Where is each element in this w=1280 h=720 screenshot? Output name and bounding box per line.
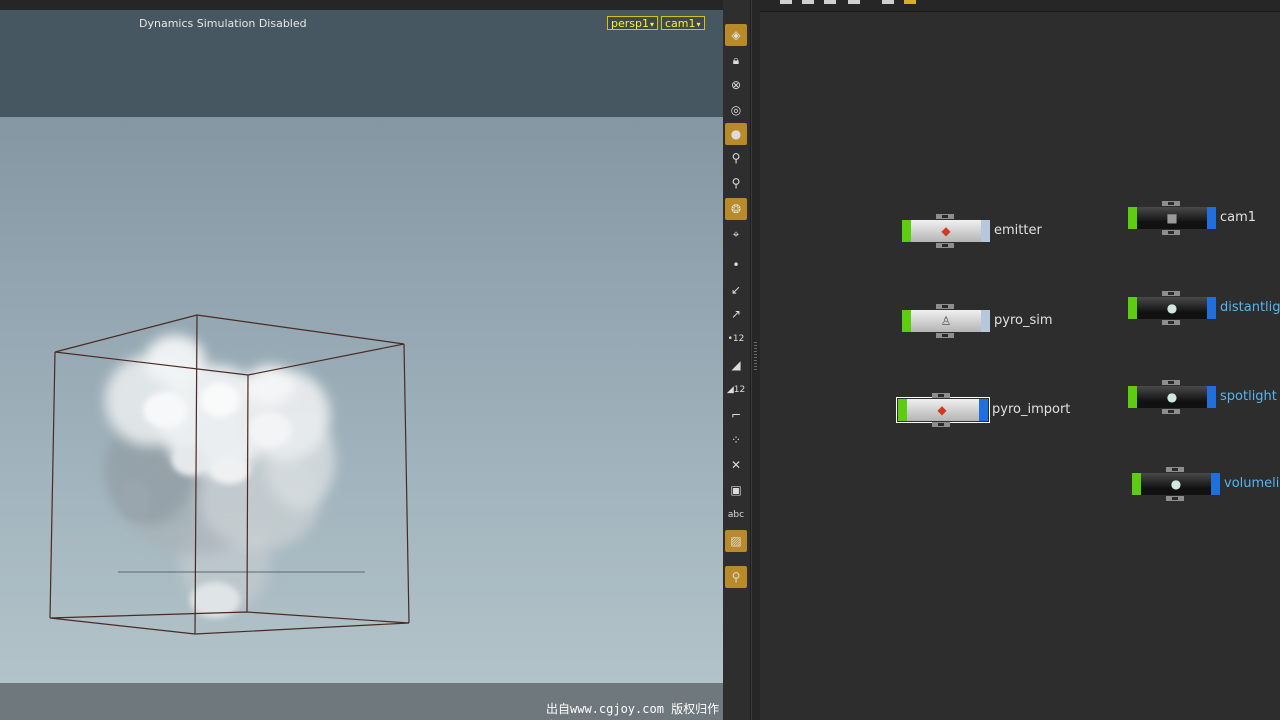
light-bulb-icon: ● — [1166, 301, 1178, 315]
output-connector[interactable] — [1162, 320, 1180, 325]
toolbar-icon[interactable] — [882, 0, 894, 4]
display-flag[interactable] — [1128, 207, 1137, 229]
pin-icon[interactable]: ⚲ — [725, 566, 747, 588]
light-bulb-icon: ● — [1170, 477, 1182, 491]
headlight-icon[interactable]: ● — [725, 123, 747, 145]
toolbar-icon[interactable] — [848, 0, 860, 4]
input-connector[interactable] — [1162, 201, 1180, 206]
input-connector[interactable] — [936, 214, 954, 219]
node-distantlight[interactable]: ● — [1128, 291, 1216, 325]
normal-icon[interactable]: ↙ — [725, 279, 747, 301]
vertex-icon[interactable]: ⁘ — [725, 429, 747, 451]
toolbar-icon[interactable] — [802, 0, 814, 4]
display-flag[interactable] — [902, 310, 911, 332]
text-icon[interactable]: abc — [725, 504, 747, 526]
camera-icon: ■ — [1166, 211, 1178, 225]
node-spotlight[interactable]: ● — [1128, 380, 1216, 414]
display-flag[interactable] — [902, 220, 911, 242]
smoke-cloud — [105, 335, 335, 618]
node-pyro-import[interactable]: ◆ — [896, 393, 990, 427]
node-label: spotlight — [1220, 389, 1277, 404]
vector-icon[interactable]: ↗ — [725, 303, 747, 325]
input-connector[interactable] — [1166, 467, 1184, 472]
render-flag[interactable] — [981, 310, 990, 332]
toolbar-icon[interactable] — [824, 0, 836, 4]
pivot-icon[interactable]: ✕ — [725, 454, 747, 476]
light-bulb-icon: ● — [1166, 390, 1178, 404]
square-icon[interactable]: ▣ — [725, 479, 747, 501]
display-flag[interactable] — [898, 399, 907, 421]
output-connector[interactable] — [932, 422, 950, 427]
scene-render — [49, 314, 410, 635]
node-emitter[interactable]: ◆ — [902, 214, 990, 248]
display-flag[interactable] — [1132, 473, 1141, 495]
network-editor[interactable]: ◆ emitter ♙ pyro_sim ◆ pyro_import ■ cam… — [760, 0, 1280, 720]
toolbar-icon[interactable] — [780, 0, 792, 4]
output-connector[interactable] — [1162, 230, 1180, 235]
output-connector[interactable] — [1162, 409, 1180, 414]
point-number-icon[interactable]: •12 — [725, 328, 747, 350]
prim-number-icon[interactable]: ◢12 — [725, 379, 747, 401]
snap-icon[interactable]: ⊗ — [725, 74, 747, 96]
display-flag[interactable] — [1128, 297, 1137, 319]
network-toolbar — [760, 0, 1280, 12]
render-flag[interactable] — [1207, 386, 1216, 408]
dop-icon: ♙ — [940, 314, 952, 328]
input-connector[interactable] — [1162, 291, 1180, 296]
node-label: distantlig — [1220, 300, 1280, 315]
lock-icon[interactable]: 🔒︎ — [725, 49, 747, 71]
node-label: emitter — [994, 223, 1042, 238]
node-pyro-sim[interactable]: ♙ — [902, 304, 990, 338]
node-volumelight[interactable]: ● — [1132, 467, 1220, 501]
node-label: cam1 — [1220, 210, 1257, 225]
output-connector[interactable] — [936, 243, 954, 248]
camera-icon[interactable]: ⌖ — [725, 223, 747, 245]
node-label: volumeli — [1224, 476, 1280, 491]
ghost-icon[interactable]: ❂ — [725, 198, 747, 220]
render-flag[interactable] — [1207, 207, 1216, 229]
prim-icon[interactable]: ◢ — [725, 354, 747, 376]
splitter-grip[interactable] — [754, 342, 757, 370]
display-options-icon[interactable]: ◈ — [725, 24, 747, 46]
input-connector[interactable] — [932, 393, 950, 398]
render-flag[interactable] — [1207, 297, 1216, 319]
input-connector[interactable] — [936, 304, 954, 309]
uv-icon[interactable]: ⌐ — [725, 404, 747, 426]
watermark: 出自www.cgjoy.com 版权归作者 — [546, 702, 720, 720]
light-icon[interactable]: ⚲ — [725, 147, 747, 169]
node-label: pyro_sim — [994, 313, 1053, 328]
light-ground-icon[interactable]: ⚲ — [725, 172, 747, 194]
render-flag[interactable] — [1211, 473, 1220, 495]
render-flag[interactable] — [979, 399, 988, 421]
node-label: pyro_import — [992, 402, 1071, 417]
display-flag[interactable] — [1128, 386, 1137, 408]
scene-viewport[interactable]: Dynamics Simulation Disabled persp1▾ cam… — [0, 0, 723, 720]
point-icon[interactable]: • — [725, 254, 747, 276]
sphere-shading-icon[interactable]: ◎ — [725, 99, 747, 121]
toolbar-icon[interactable] — [904, 0, 916, 4]
display-toolbar: ◈ 🔒︎ ⊗ ◎ ● ⚲ ⚲ ❂ ⌖ • ↙ ↗ •12 ◢ ◢12 ⌐ ⁘ ✕… — [723, 0, 751, 720]
input-connector[interactable] — [1162, 380, 1180, 385]
render-flag[interactable] — [981, 220, 990, 242]
output-connector[interactable] — [936, 333, 954, 338]
node-cam1[interactable]: ■ — [1128, 201, 1216, 235]
output-connector[interactable] — [1166, 496, 1184, 501]
shelf-tool-icon: ◆ — [941, 224, 951, 238]
image-icon[interactable]: ▨ — [725, 530, 747, 552]
shelf-tool-icon: ◆ — [937, 403, 947, 417]
